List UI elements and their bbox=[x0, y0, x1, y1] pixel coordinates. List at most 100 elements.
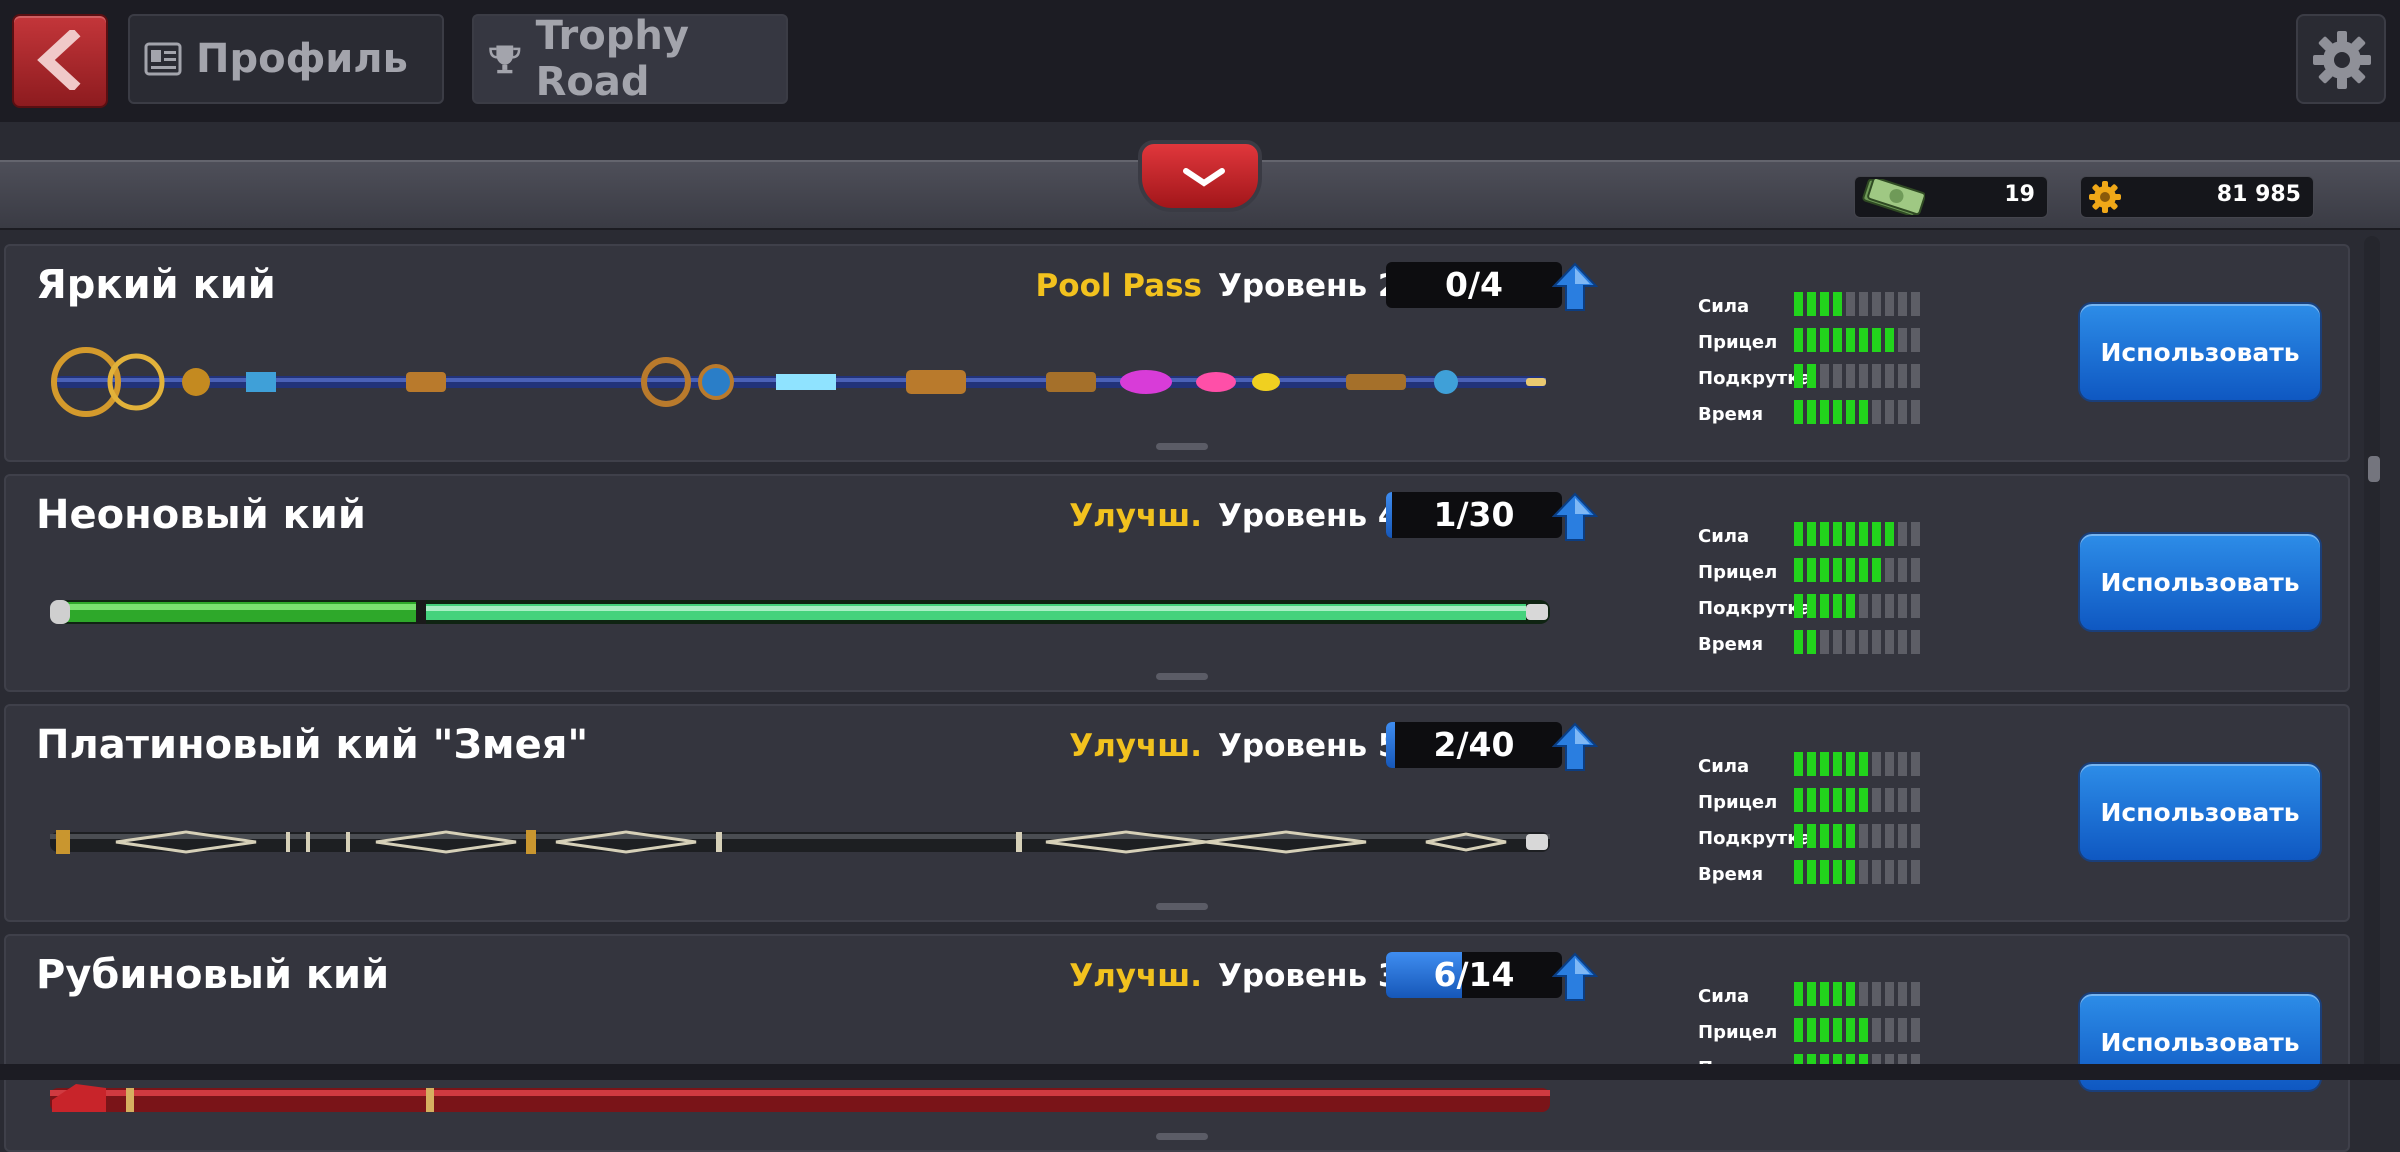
stat-segment bbox=[1807, 788, 1816, 812]
stat-segment bbox=[1807, 522, 1816, 546]
expand-handle[interactable] bbox=[1156, 673, 1208, 680]
stat-segment bbox=[1820, 400, 1829, 424]
stat-label: Сила bbox=[1698, 986, 1750, 1007]
stat-segment bbox=[1846, 400, 1855, 424]
stat-segment bbox=[1846, 558, 1855, 582]
stat-segment bbox=[1833, 292, 1842, 316]
stat-bar bbox=[1794, 860, 1924, 884]
cash-value: 19 bbox=[2004, 182, 2035, 207]
upgrade-arrow-icon[interactable] bbox=[1552, 722, 1598, 772]
cue-card[interactable]: Рубиновый кий Улучш. Уровень 3 6/14 Сила… bbox=[4, 934, 2350, 1152]
stat-segment bbox=[1794, 824, 1803, 848]
upgrade-arrow-icon[interactable] bbox=[1552, 262, 1598, 312]
stat-segment bbox=[1833, 400, 1842, 424]
collapse-button[interactable] bbox=[1138, 140, 1262, 212]
stat-segment bbox=[1820, 1018, 1829, 1042]
stat-segment bbox=[1898, 364, 1907, 388]
use-button[interactable]: Использовать bbox=[2078, 302, 2322, 402]
stat-segment bbox=[1794, 860, 1803, 884]
stat-segment bbox=[1794, 630, 1803, 654]
stat-label: Время bbox=[1698, 404, 1764, 425]
stat-segment bbox=[1898, 1018, 1907, 1042]
stat-segment bbox=[1846, 364, 1855, 388]
cue-card[interactable]: Платиновый кий "Змея" Улучш. Уровень 5 2… bbox=[4, 704, 2350, 922]
stat-segment bbox=[1911, 860, 1920, 884]
stat-segment bbox=[1833, 982, 1842, 1006]
stat-segment bbox=[1820, 630, 1829, 654]
cash-counter[interactable]: 19 bbox=[1854, 176, 2048, 218]
stat-label: Прицел bbox=[1698, 792, 1778, 813]
upgrade-arrow-icon[interactable] bbox=[1552, 492, 1598, 542]
stat-segment bbox=[1885, 982, 1894, 1006]
stat-segment bbox=[1820, 522, 1829, 546]
stat-segment bbox=[1898, 558, 1907, 582]
stat-bar bbox=[1794, 594, 1924, 618]
stat-segment bbox=[1820, 594, 1829, 618]
expand-handle[interactable] bbox=[1156, 903, 1208, 910]
stat-bar bbox=[1794, 364, 1924, 388]
stat-segment bbox=[1872, 594, 1881, 618]
stat-bar bbox=[1794, 328, 1924, 352]
expand-handle[interactable] bbox=[1156, 1133, 1208, 1140]
upgrade-arrow-icon[interactable] bbox=[1552, 952, 1598, 1002]
upgrade-progress-bar: 0/4 bbox=[1386, 262, 1562, 308]
stat-segment bbox=[1859, 522, 1868, 546]
stat-segment bbox=[1911, 292, 1920, 316]
stat-segment bbox=[1833, 328, 1842, 352]
stat-segment bbox=[1846, 630, 1855, 654]
stat-segment bbox=[1833, 522, 1842, 546]
stat-segment bbox=[1807, 594, 1816, 618]
stat-bar bbox=[1794, 982, 1924, 1006]
stat-bar bbox=[1794, 824, 1924, 848]
stat-bar bbox=[1794, 630, 1924, 654]
expand-handle[interactable] bbox=[1156, 443, 1208, 450]
cue-card[interactable]: Неоновый кий Улучш. Уровень 4 1/30 Сила bbox=[4, 474, 2350, 692]
cue-tag: Улучш. bbox=[1069, 498, 1202, 534]
stat-segment bbox=[1885, 1018, 1894, 1042]
use-button[interactable]: Использовать bbox=[2078, 532, 2322, 632]
use-button[interactable]: Использовать bbox=[2078, 762, 2322, 862]
tab-trophy-road-label: Trophy Road bbox=[535, 13, 689, 105]
settings-button[interactable] bbox=[2296, 14, 2386, 104]
stat-segment bbox=[1794, 400, 1803, 424]
use-button-label: Использовать bbox=[2100, 337, 2300, 367]
stat-segment bbox=[1872, 788, 1881, 812]
stat-segment bbox=[1898, 860, 1907, 884]
stat-segment bbox=[1872, 630, 1881, 654]
stat-segment bbox=[1820, 558, 1829, 582]
stat-segment bbox=[1794, 982, 1803, 1006]
coins-value: 81 985 bbox=[2216, 182, 2301, 207]
stat-segment bbox=[1872, 364, 1881, 388]
progress-text: 0/4 bbox=[1445, 265, 1503, 304]
stat-segment bbox=[1820, 824, 1829, 848]
cue-card[interactable]: Яркий кий Pool Pass Уровень 2 0/4 Сила П… bbox=[4, 244, 2350, 462]
stat-segment bbox=[1859, 1018, 1868, 1042]
stat-bar bbox=[1794, 400, 1924, 424]
stat-segment bbox=[1872, 558, 1881, 582]
stat-segment bbox=[1794, 292, 1803, 316]
stat-segment bbox=[1872, 824, 1881, 848]
tab-profile[interactable]: Профиль bbox=[128, 14, 444, 104]
tab-trophy-road[interactable]: Trophy Road bbox=[472, 13, 788, 105]
stat-segment bbox=[1872, 328, 1881, 352]
stat-segment bbox=[1859, 328, 1868, 352]
stat-segment bbox=[1911, 594, 1920, 618]
scrollbar-track[interactable] bbox=[2364, 236, 2380, 1072]
stat-segment bbox=[1846, 788, 1855, 812]
stat-segment bbox=[1833, 558, 1842, 582]
scrollbar-thumb[interactable] bbox=[2368, 456, 2380, 482]
stat-segment bbox=[1885, 400, 1894, 424]
stat-segment bbox=[1859, 292, 1868, 316]
profile-card-icon bbox=[144, 42, 182, 76]
stat-segment bbox=[1820, 752, 1829, 776]
stat-label: Прицел bbox=[1698, 562, 1778, 583]
stat-segment bbox=[1898, 594, 1907, 618]
stat-segment bbox=[1833, 364, 1842, 388]
stat-segment bbox=[1846, 752, 1855, 776]
stat-label: Прицел bbox=[1698, 1022, 1778, 1043]
stat-segment bbox=[1872, 400, 1881, 424]
coins-counter[interactable]: 81 985 bbox=[2080, 176, 2314, 218]
stat-segment bbox=[1885, 364, 1894, 388]
stat-segment bbox=[1794, 364, 1803, 388]
back-button[interactable] bbox=[12, 14, 108, 108]
